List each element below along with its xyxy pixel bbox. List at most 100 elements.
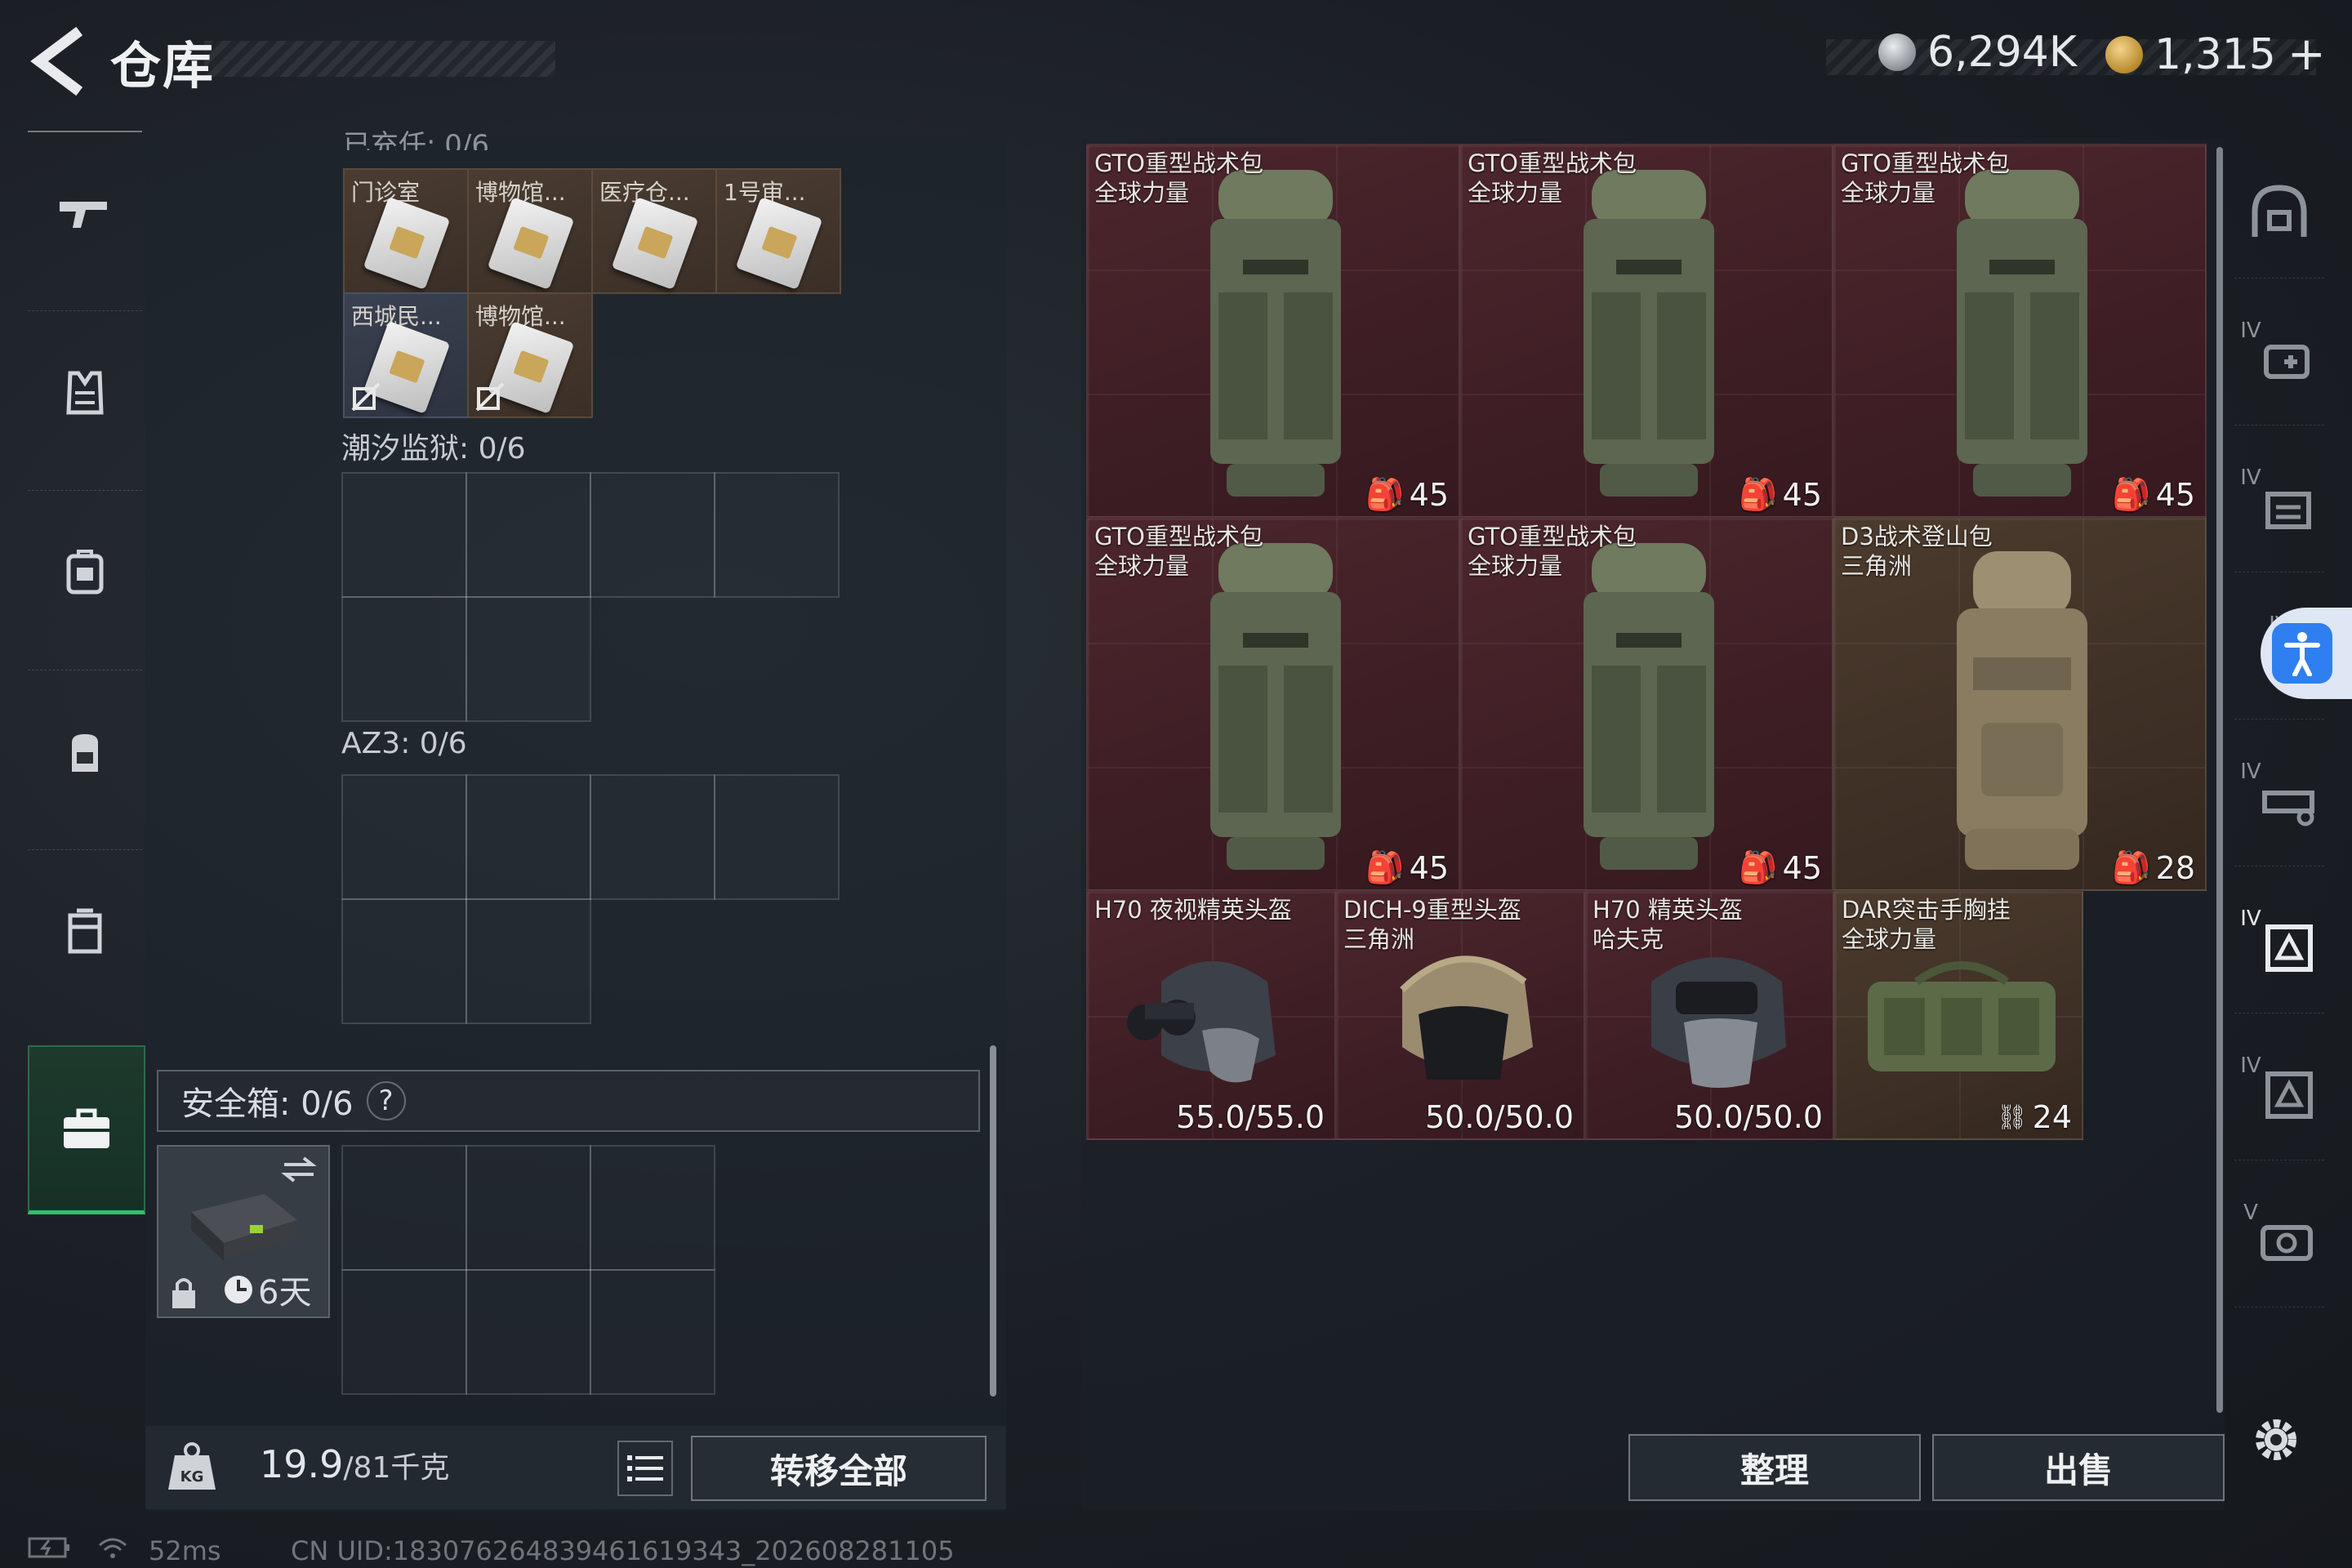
slot-camera[interactable]: V (2234, 1176, 2324, 1307)
empty-slot[interactable] (590, 1145, 715, 1271)
item-faction: 三角洲 (1841, 552, 1913, 580)
weight-current: 19.9 (260, 1442, 344, 1486)
item-gto-backpack[interactable]: GTO重型战术包 全球力量 🎒 45 (1459, 144, 1833, 518)
key-slot[interactable]: 1号审... (715, 168, 841, 294)
item-h70-nv-helmet[interactable]: H70 夜视精英头盔 55.0/55.0 (1086, 890, 1336, 1140)
keycard-icon (363, 197, 451, 290)
item-gto-backpack[interactable]: GTO重型战术包 全球力量 🎒 45 (1833, 144, 2207, 518)
map-slot-icon (2265, 924, 2313, 972)
currency-gold[interactable]: 1,315 + (2105, 28, 2326, 81)
gto-backpack-icon (1584, 170, 1714, 497)
item-dar-chest-rig[interactable]: DAR突击手胸挂 全球力量 ⛓ 24 (1833, 890, 2083, 1140)
settings-button[interactable] (2247, 1411, 2305, 1468)
safebox-item[interactable]: 6天 (157, 1145, 330, 1318)
nav-container[interactable] (28, 849, 142, 1013)
item-name: GTO重型战术包 (1468, 149, 1637, 177)
slot-map2[interactable]: IV (2234, 1029, 2324, 1160)
empty-slot[interactable] (466, 1269, 591, 1395)
empty-slot[interactable] (466, 774, 591, 900)
empty-slot[interactable] (341, 1269, 467, 1395)
item-value: 45 (2155, 476, 2195, 513)
currency-silver: 6,294K (1878, 28, 2077, 77)
item-gto-backpack[interactable]: GTO重型战术包 全球力量 🎒 45 (1086, 517, 1460, 891)
empty-slot[interactable] (714, 472, 840, 598)
gear-icon (2256, 1419, 2296, 1460)
tier-label: IV (2240, 318, 2261, 343)
chevron-left-icon (30, 26, 83, 96)
help-icon[interactable]: ? (366, 1081, 406, 1120)
slot-map[interactable]: IV (2234, 882, 2324, 1013)
chest-rig-item-icon (1868, 961, 2056, 1071)
nav-backpack[interactable] (28, 670, 142, 834)
empty-slot[interactable] (466, 472, 591, 598)
helmet-slot-icon (2252, 185, 2307, 237)
empty-slot[interactable] (466, 898, 591, 1024)
keycard-icon (487, 197, 575, 290)
item-gto-backpack[interactable]: GTO重型战术包 全球力量 🎒 45 (1459, 517, 1833, 891)
tier-label: V (2243, 1200, 2258, 1225)
triangle-coin-icon (2105, 35, 2143, 74)
unbound-icon (351, 382, 381, 412)
nav-chest-rig[interactable] (28, 490, 142, 654)
key-slot[interactable]: 医疗仓... (591, 168, 717, 294)
empty-slot[interactable] (341, 774, 467, 900)
empty-slot[interactable] (341, 898, 467, 1024)
nav-armor[interactable] (28, 310, 142, 474)
empty-slot[interactable] (714, 774, 840, 900)
item-faction: 哈夫克 (1592, 925, 1664, 953)
backpack-capacity-icon: 🎒 (1365, 476, 1405, 512)
add-currency-button[interactable]: + (2287, 28, 2326, 81)
item-name: GTO重型战术包 (1468, 523, 1637, 550)
empty-slot[interactable] (590, 774, 715, 900)
slot-helmet[interactable] (2234, 147, 2324, 278)
item-name: GTO重型战术包 (1841, 149, 2010, 177)
item-d3-backpack[interactable]: D3战术登山包 三角洲 🎒 28 (1833, 517, 2207, 891)
nav-safebox[interactable] (28, 1045, 145, 1214)
empty-slot[interactable] (341, 472, 467, 598)
sell-button[interactable]: 出售 (1932, 1434, 2225, 1501)
empty-slot[interactable] (466, 1145, 591, 1271)
empty-slot[interactable] (590, 472, 715, 598)
slot-bag[interactable]: IV (2234, 441, 2324, 572)
lock-icon (172, 1278, 195, 1308)
slot-gun[interactable]: IV (2234, 735, 2324, 866)
rifle-icon (60, 202, 107, 228)
key-slot[interactable]: 博物馆... (467, 292, 593, 418)
nav-weapons[interactable] (28, 131, 142, 296)
tier-label: IV (2240, 906, 2261, 931)
empty-slot[interactable] (590, 1269, 715, 1395)
empty-slot[interactable] (466, 596, 591, 722)
item-faction: 全球力量 (1841, 179, 1936, 207)
transfer-all-button[interactable]: 转移全部 (691, 1436, 987, 1501)
item-h70-helmet[interactable]: H70 精英头盔 哈夫克 50.0/50.0 (1584, 890, 1834, 1140)
key-slot[interactable]: 西城民... (343, 292, 469, 418)
key-slot[interactable]: 博物馆... (467, 168, 593, 294)
item-dich9-helmet[interactable]: DICH-9重型头盔 三角洲 50.0/50.0 (1335, 890, 1585, 1140)
item-gto-backpack[interactable]: GTO重型战术包 全球力量 🎒 45 (1086, 144, 1460, 518)
safebox-header: 安全箱: 0/6 ? (157, 1070, 980, 1132)
item-faction: 三角洲 (1343, 925, 1415, 953)
empty-slot[interactable] (341, 596, 467, 722)
empty-slot[interactable] (341, 1145, 467, 1271)
item-value: 24 (2032, 1099, 2072, 1135)
slot-armor[interactable]: IV (2234, 294, 2324, 425)
gto-backpack-icon (1210, 543, 1341, 870)
backpack-capacity-icon: 🎒 (2112, 849, 2151, 885)
item-value: 45 (1782, 476, 1822, 513)
battery-icon (28, 1535, 72, 1566)
left-scrollbar[interactable] (990, 1045, 996, 1396)
accessibility-button[interactable] (2261, 608, 2352, 699)
gto-backpack-icon (1584, 543, 1714, 870)
right-scrollbar[interactable] (2216, 147, 2223, 1413)
key-slot[interactable]: 门诊室 (343, 168, 469, 294)
item-name: DAR突击手胸挂 (1842, 896, 2011, 924)
backpack-capacity-icon: 🎒 (1365, 849, 1405, 885)
item-faction: 全球力量 (1468, 552, 1563, 580)
sort-button[interactable]: 整理 (1628, 1434, 1921, 1501)
back-button[interactable] (24, 24, 98, 98)
tier-label: IV (2240, 1054, 2261, 1078)
camera-slot-icon (2260, 1225, 2313, 1261)
swap-icon[interactable] (279, 1153, 318, 1186)
list-view-button[interactable] (617, 1441, 673, 1496)
unbound-icon (475, 382, 505, 412)
